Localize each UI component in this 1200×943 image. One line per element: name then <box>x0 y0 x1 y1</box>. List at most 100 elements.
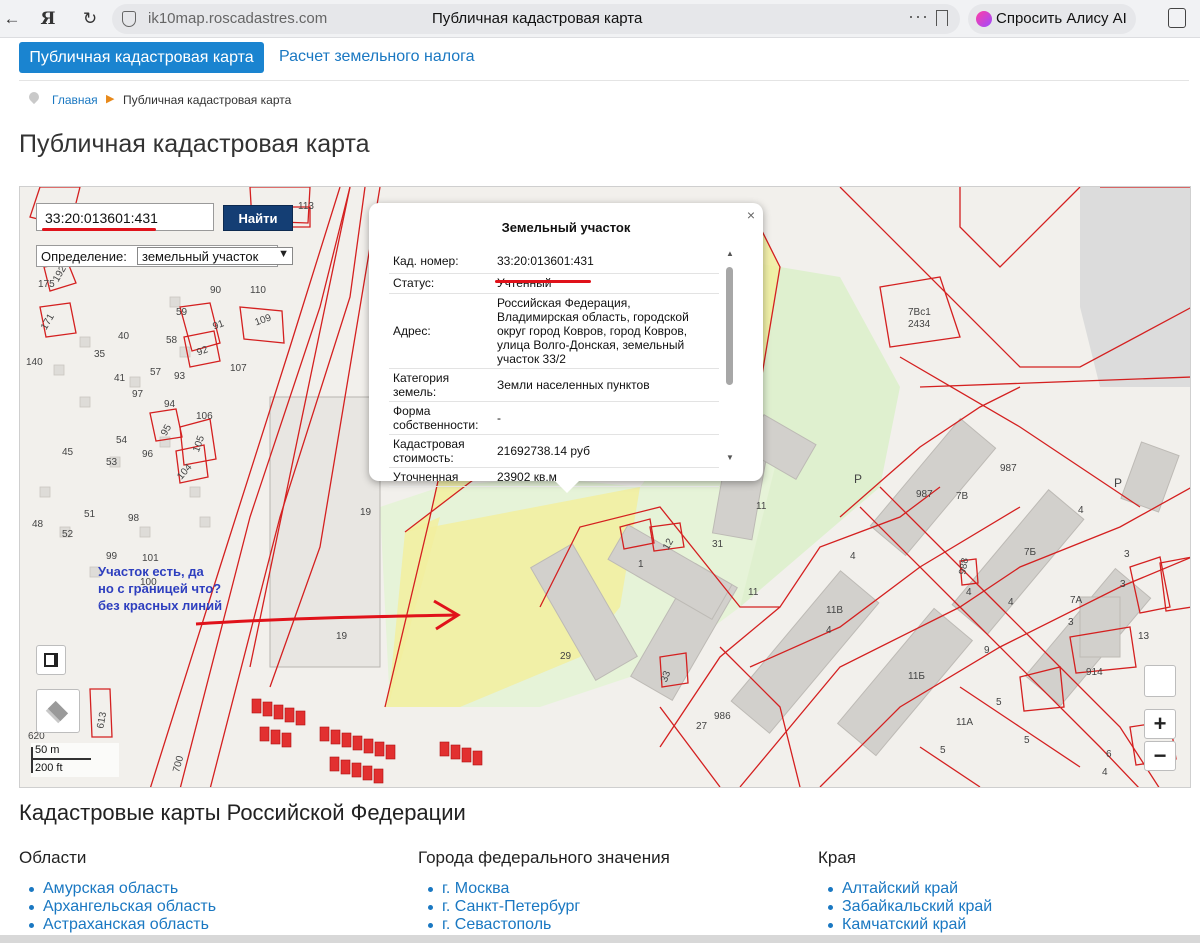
red-underline-cadnum <box>495 280 591 283</box>
parcel-label: 11 <box>756 501 767 512</box>
layers-button[interactable] <box>36 689 80 733</box>
tab-land-tax[interactable]: Расчет земельного налога <box>279 48 475 66</box>
parcel-label: 13 <box>1138 631 1150 642</box>
parcel-label: 93 <box>174 371 186 382</box>
parcel-label: 51 <box>84 509 96 520</box>
attr-value: Российская Федерация, Владимирская облас… <box>493 293 719 369</box>
region-link[interactable]: Алтайский край <box>818 880 992 898</box>
popup-scrollbar[interactable] <box>726 267 733 385</box>
parcel-label: 31 <box>712 539 724 550</box>
definition-select[interactable]: земельный участок ▼ <box>137 247 293 265</box>
parcel-label: 57 <box>150 367 162 378</box>
alice-label: Спросить Алису AI <box>996 10 1127 27</box>
alice-button[interactable]: Спросить Алису AI <box>968 4 1136 34</box>
cadastral-map[interactable]: 192 171 175 140 113 90 110 91 109 92 59 … <box>19 186 1191 788</box>
parcel-label: 4 <box>1078 505 1084 516</box>
parcel-label: 107 <box>230 363 247 374</box>
find-button[interactable]: Найти <box>223 205 293 231</box>
parcel-label: 6 <box>1106 749 1112 760</box>
ruler-button[interactable] <box>36 645 66 675</box>
regions-column-cities: Города федерального значения г. Москва г… <box>418 848 670 934</box>
fullscreen-button[interactable] <box>1144 665 1176 697</box>
zoom-out-button[interactable]: − <box>1144 741 1176 771</box>
zoom-in-button[interactable]: + <box>1144 709 1176 739</box>
region-link[interactable]: Камчатский край <box>818 916 992 934</box>
breadcrumb-separator-icon: ▶ <box>106 93 115 105</box>
parcel-label: 914 <box>1086 667 1103 678</box>
parcel-label: 27 <box>696 721 708 732</box>
parcel-label: 106 <box>196 411 213 422</box>
map-scale: 50 m 200 ft <box>31 743 119 777</box>
cadastral-search-input[interactable]: 33:20:013601:431 <box>36 203 214 231</box>
region-link[interactable]: Астраханская область <box>19 916 216 934</box>
more-icon[interactable]: ··· <box>908 6 929 27</box>
reload-icon[interactable]: ↻ <box>78 7 102 31</box>
attr-value: Земли населенных пунктов <box>493 368 719 402</box>
shield-icon <box>122 11 136 27</box>
region-link[interactable]: г. Севастополь <box>418 916 670 934</box>
tab-cadastral-map[interactable]: Публичная кадастровая карта <box>19 42 264 73</box>
address-bar[interactable]: ik10map.roscadastres.com Публичная кадас… <box>112 4 960 34</box>
parcel-label: 11А <box>956 717 973 728</box>
parcel-label: 5 <box>940 745 946 756</box>
scroll-up-icon[interactable]: ▲ <box>726 249 734 258</box>
region-link[interactable]: Забайкальский край <box>818 898 992 916</box>
attr-key: Категория земель: <box>389 368 493 402</box>
back-icon[interactable]: ← <box>0 7 24 31</box>
parcel-label: 96 <box>142 449 154 460</box>
breadcrumb-current: Публичная кадастровая карта <box>123 93 292 107</box>
close-icon[interactable]: × <box>747 207 755 223</box>
attr-key: Форма собственности: <box>389 401 493 435</box>
region-link[interactable]: Архангельская область <box>19 898 216 916</box>
parcel-label: 54 <box>116 435 128 446</box>
parcel-label: 7А <box>1070 595 1083 606</box>
table-row: Статус: Учтенный <box>389 273 719 294</box>
parcel-info-popup: Земельный участок × Кад. номер: 33:20:013… <box>369 203 763 493</box>
bookmark-icon[interactable] <box>936 10 948 26</box>
regions-heading: Кадастровые карты Российской Федерации <box>19 800 466 825</box>
scale-tick <box>31 747 33 773</box>
parcel-label: 52 <box>62 529 74 540</box>
parcel-label: 58 <box>166 335 178 346</box>
attr-value: Учтенный <box>493 273 719 294</box>
chevron-down-icon: ▼ <box>278 248 289 260</box>
definition-control: Определение: земельный участок ▼ <box>36 245 293 267</box>
region-link[interactable]: г. Москва <box>418 880 670 898</box>
attr-key: Кад. номер: <box>389 249 493 274</box>
parcel-label: 140 <box>26 357 43 368</box>
parcel-label: 48 <box>32 519 44 530</box>
annotation-line: без красных линий <box>98 598 223 613</box>
attr-key: Адрес: <box>389 293 493 369</box>
ruler-icon <box>44 653 58 667</box>
parcel-label: 4 <box>1102 767 1108 778</box>
parcel-label: Р <box>854 472 862 486</box>
parcel-label: 98 <box>128 513 140 524</box>
parcel-label: 19 <box>336 631 348 642</box>
url-domain: ik10map.roscadastres.com <box>148 10 328 27</box>
region-link[interactable]: г. Санкт-Петербург <box>418 898 670 916</box>
parcel-label: 59 <box>176 307 188 318</box>
table-row: Кад. номер: 33:20:013601:431 <box>389 249 719 274</box>
parcel-label: 7В <box>956 491 969 502</box>
column-title: Города федерального значения <box>418 848 670 867</box>
parcel-label: 7Вс1 <box>908 307 931 318</box>
parcel-label: 987 <box>916 489 933 500</box>
parcel-label: 110 <box>250 285 266 296</box>
attr-value: 21692738.14 руб <box>493 434 719 468</box>
parcel-label: 5 <box>1024 735 1030 746</box>
parcel-label: 11Б <box>908 671 925 682</box>
parcel-label: 4 <box>1008 597 1014 608</box>
parcel-label: 94 <box>164 399 176 410</box>
horizontal-scrollbar[interactable] <box>0 935 1200 943</box>
annotation-line: Участок есть, да <box>98 564 204 579</box>
column-title: Области <box>19 848 87 867</box>
breadcrumb-home[interactable]: Главная <box>52 93 98 107</box>
scroll-down-icon[interactable]: ▼ <box>726 453 734 462</box>
parcel-label: 11 <box>748 587 759 598</box>
extension-icon[interactable] <box>1168 8 1186 28</box>
attr-value: - <box>493 401 719 435</box>
yandex-icon[interactable]: Я <box>36 7 60 31</box>
parcel-label: 5 <box>996 697 1002 708</box>
search-value: 33:20:013601:431 <box>45 210 158 226</box>
region-link[interactable]: Амурская область <box>19 880 216 898</box>
